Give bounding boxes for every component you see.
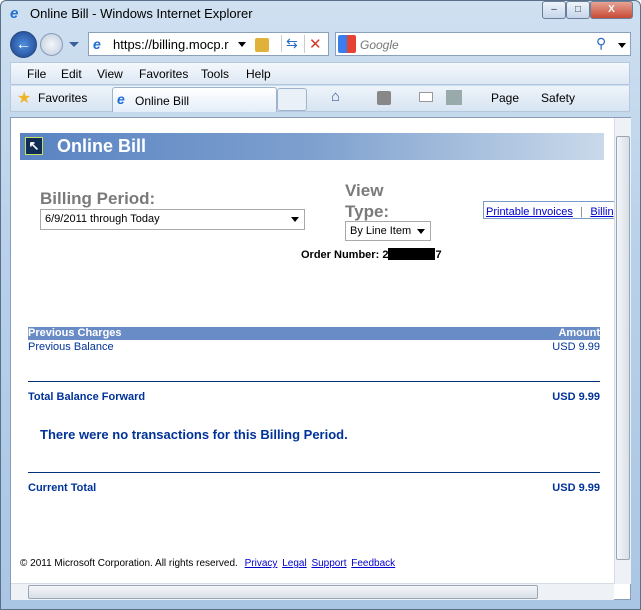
page-icon: e xyxy=(93,36,101,52)
menu-file[interactable]: File xyxy=(27,67,46,81)
ie-logo-icon: e xyxy=(10,5,19,22)
favorites-star-icon: ★ xyxy=(17,90,32,107)
view-type-label-line1: View xyxy=(345,181,384,200)
view-type-select[interactable]: By Line Item xyxy=(345,221,431,241)
view-type-label: View Type: xyxy=(345,180,389,222)
view-type-label-line2: Type: xyxy=(345,202,390,221)
charges-header: Previous Charges Amount xyxy=(28,327,600,340)
window-title: Online Bill - Windows Internet Explorer xyxy=(30,6,253,21)
print-icon[interactable] xyxy=(446,90,462,105)
tab-title: Online Bill xyxy=(135,94,190,108)
scroll-thumb[interactable] xyxy=(616,136,630,560)
address-dropdown-icon[interactable] xyxy=(238,42,246,47)
printable-invoices-link[interactable]: Printable Invoices xyxy=(486,206,573,218)
privacy-link[interactable]: Privacy xyxy=(245,558,278,569)
order-number: Order Number: 27 xyxy=(301,248,442,261)
order-number-label: Order Number: xyxy=(301,249,380,261)
total-balance-forward-amount: USD 9.99 xyxy=(552,391,600,403)
google-icon xyxy=(338,35,356,53)
no-transactions-message: There were no transactions for this Bill… xyxy=(40,427,348,442)
footer: © 2011 Microsoft Corporation. All rights… xyxy=(20,558,395,569)
tab-bar: ★ Favorites e Online Bill ⌂ Page Safety xyxy=(10,86,630,112)
lock-icon[interactable] xyxy=(255,38,269,52)
close-button[interactable]: X xyxy=(590,1,633,19)
refresh-icon[interactable]: ⇆ xyxy=(281,35,298,52)
current-total-amount: USD 9.99 xyxy=(552,482,600,494)
link-separator: | xyxy=(580,206,584,218)
header-amount: Amount xyxy=(558,327,600,339)
row-label: Previous Balance xyxy=(28,341,114,353)
stop-icon[interactable]: ✕ xyxy=(304,35,322,53)
tab-online-bill[interactable]: e Online Bill xyxy=(112,87,277,112)
favorites-button[interactable]: Favorites xyxy=(38,91,87,105)
url-text[interactable]: https://billing.mocp.r xyxy=(113,37,229,52)
address-bar[interactable]: e https://billing.mocp.r ⇆ ✕ xyxy=(88,32,329,56)
search-box[interactable]: Google ⚲ xyxy=(335,32,631,56)
feeds-icon[interactable] xyxy=(377,91,391,105)
legal-link[interactable]: Legal xyxy=(282,558,306,569)
recent-pages-dropdown-icon[interactable] xyxy=(69,42,79,47)
divider xyxy=(28,472,600,473)
search-input[interactable]: Google xyxy=(360,38,399,52)
order-number-end: 7 xyxy=(435,249,442,261)
copyright: © 2011 Microsoft Corporation. All rights… xyxy=(20,558,238,569)
page-menu[interactable]: Page xyxy=(491,91,519,105)
billing-period-value: 6/9/2011 through Today xyxy=(45,213,160,225)
arrow-logo-icon: ↖ xyxy=(25,137,43,155)
total-balance-forward-label: Total Balance Forward xyxy=(28,391,146,403)
forward-button[interactable] xyxy=(40,33,63,56)
minimize-button[interactable]: – xyxy=(542,1,566,19)
row-amount: USD 9.99 xyxy=(552,341,600,353)
horizontal-scrollbar[interactable] xyxy=(11,583,614,600)
new-tab-button[interactable] xyxy=(277,88,307,111)
menu-bar: File Edit View Favorites Tools Help xyxy=(10,62,630,85)
page-title: Online Bill xyxy=(57,136,147,156)
support-link[interactable]: Support xyxy=(311,558,346,569)
safety-menu[interactable]: Safety xyxy=(541,91,575,105)
hscroll-thumb[interactable] xyxy=(28,585,538,599)
tab-ie-icon: e xyxy=(117,91,125,107)
mail-icon[interactable] xyxy=(419,92,433,102)
menu-edit[interactable]: Edit xyxy=(61,67,82,81)
search-icon[interactable]: ⚲ xyxy=(596,35,606,52)
vertical-scrollbar[interactable] xyxy=(614,118,631,584)
search-options-dropdown-icon[interactable] xyxy=(618,43,626,48)
menu-tools[interactable]: Tools xyxy=(201,67,229,81)
header-previous-charges: Previous Charges xyxy=(28,327,122,339)
billing-period-label: Billing Period: xyxy=(40,189,156,208)
banner: ↖ Online Bill xyxy=(20,133,604,160)
view-type-value: By Line Item xyxy=(350,225,412,237)
back-button[interactable]: ← xyxy=(10,31,37,58)
home-icon[interactable]: ⌂ xyxy=(331,88,340,105)
chevron-down-icon xyxy=(417,229,425,234)
billing-link[interactable]: Billing xyxy=(590,206,614,218)
links-box: Printable Invoices | Billing xyxy=(483,201,614,219)
redacted-block xyxy=(388,248,436,260)
current-total-label: Current Total xyxy=(28,482,97,494)
menu-help[interactable]: Help xyxy=(246,67,271,81)
chevron-down-icon xyxy=(291,217,299,222)
maximize-button[interactable]: □ xyxy=(566,1,590,19)
menu-view[interactable]: View xyxy=(97,67,123,81)
feedback-link[interactable]: Feedback xyxy=(351,558,395,569)
billing-period-select[interactable]: 6/9/2011 through Today xyxy=(40,209,305,230)
divider xyxy=(28,381,600,382)
menu-favorites[interactable]: Favorites xyxy=(139,67,188,81)
